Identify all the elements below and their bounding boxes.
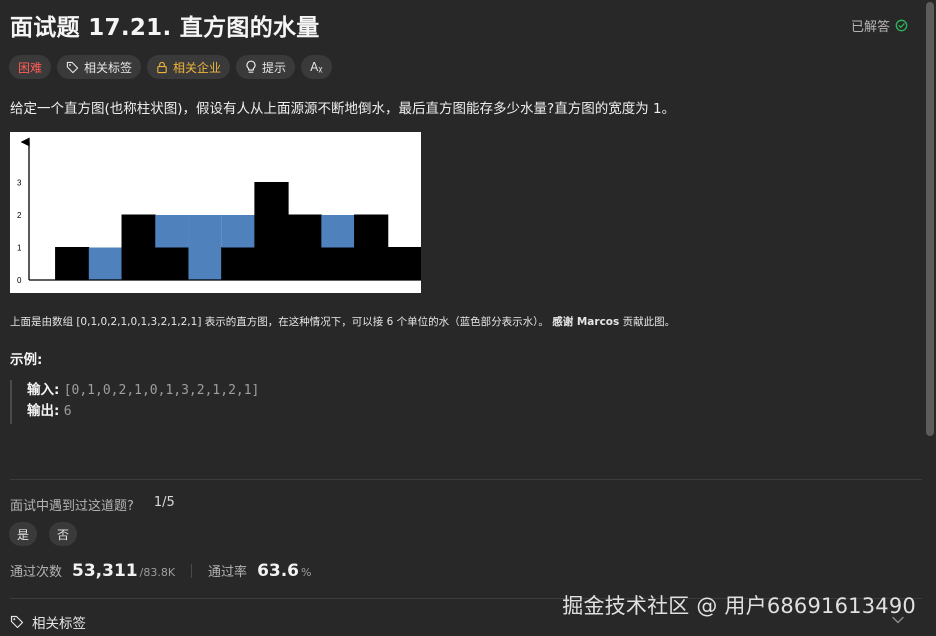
example-output-line: 输出: 6 <box>27 401 259 422</box>
figure-caption: 上面是由数组 [0,1,0,2,1,0,1,3,2,1,2,1] 表示的直方图，… <box>10 314 675 329</box>
example-input-value: [0,1,0,2,1,0,1,3,2,1,2,1] <box>63 383 260 398</box>
histogram-bar <box>254 182 289 281</box>
related-companies-button[interactable]: 相关企业 <box>147 55 231 79</box>
no-button[interactable]: 否 <box>49 522 77 546</box>
title-row: 面试题 17.21. 直方图的水量 已解答 <box>10 8 916 42</box>
histogram-bar <box>55 247 90 281</box>
water-bar <box>188 215 222 280</box>
lightbulb-icon <box>245 60 257 74</box>
caption-text: 上面是由数组 [0,1,0,2,1,0,1,3,2,1,2,1] 表示的直方图，… <box>10 316 549 328</box>
acceptance-rate-unit: % <box>301 566 312 579</box>
accepted-count: 53,311 <box>72 561 138 581</box>
y-tick-label: 1 <box>17 244 22 253</box>
histogram-bar <box>154 247 189 281</box>
y-tick-label: 0 <box>17 276 22 285</box>
problem-description: 给定一个直方图(也称柱状图)，假设有人从上面源源不断地倒水，最后直方图能存多少水… <box>10 101 676 117</box>
hint-button[interactable]: 提示 <box>236 55 296 79</box>
submission-count: /83.8K <box>139 566 176 579</box>
example-output-label: 输出: <box>27 403 60 419</box>
difficulty-badge: 困难 <box>9 55 52 79</box>
tag-icon <box>10 615 24 629</box>
example-input-label: 输入: <box>27 382 60 398</box>
example-heading: 示例: <box>10 352 43 368</box>
yes-button[interactable]: 是 <box>9 522 37 546</box>
y-tick-label: 2 <box>17 211 22 220</box>
histogram-bar <box>354 214 389 281</box>
related-tags-section[interactable]: 相关标签 <box>10 612 86 632</box>
example-output-value: 6 <box>63 404 72 419</box>
histogram-figure: 0 1 2 3 <box>10 132 421 293</box>
check-circle-icon <box>895 19 908 32</box>
histogram-chart: 0 1 2 3 <box>17 137 421 285</box>
caption-thanks: 感谢 Marcos <box>552 316 620 328</box>
y-tick-label: 3 <box>17 179 22 188</box>
histogram-bar <box>287 214 322 281</box>
section-divider <box>10 479 922 480</box>
acceptance-rate-label: 通过率 <box>208 565 248 580</box>
translate-button[interactable]: Aᵪ <box>301 55 332 79</box>
interview-buttons: 是 否 <box>9 522 77 546</box>
histogram-bar <box>320 247 356 281</box>
interview-count: 1/5 <box>153 495 175 510</box>
caption-end: 贡献此图。 <box>622 316 676 328</box>
scrollbar-thumb[interactable] <box>926 2 934 436</box>
related-tags-button[interactable]: 相关标签 <box>57 55 142 79</box>
water-bar <box>221 215 255 248</box>
histogram-bar <box>387 247 421 281</box>
interview-question-row: 面试中遇到过这道题? 1/5 <box>10 495 175 514</box>
accepted-label: 通过次数 <box>10 565 63 580</box>
related-tags-label: 相关标签 <box>84 60 133 75</box>
stats-row: 通过次数 53,311 /83.8K 通过率 63.6 % <box>10 561 311 581</box>
interview-question: 面试中遇到过这道题? <box>10 499 134 514</box>
watermark: 掘金技术社区 @ 用户68691613490 <box>562 594 916 618</box>
acceptance-rate: 63.6 <box>257 561 300 581</box>
tag-icon <box>66 61 79 74</box>
tag-row: 困难 相关标签 相关企业 提示 Aᵪ <box>9 55 332 79</box>
hint-label: 提示 <box>262 60 287 75</box>
histogram-bar <box>221 247 256 281</box>
water-bar <box>88 247 123 280</box>
water-bar <box>155 215 189 248</box>
lock-icon <box>156 61 168 74</box>
water-bar <box>321 215 355 248</box>
example-input-line: 输入: [0,1,0,2,1,0,1,3,2,1,2,1] <box>27 380 259 401</box>
solved-status: 已解答 <box>851 16 908 35</box>
translate-icon: Aᵪ <box>310 60 323 74</box>
example-block: 输入: [0,1,0,2,1,0,1,3,2,1,2,1] 输出: 6 <box>10 380 259 424</box>
difficulty-label: 困难 <box>18 60 43 75</box>
problem-title[interactable]: 面试题 17.21. 直方图的水量 <box>10 8 320 42</box>
stats-separator <box>191 564 193 578</box>
related-companies-label: 相关企业 <box>173 60 222 75</box>
related-tags-section-label: 相关标签 <box>32 616 86 632</box>
histogram-bar <box>121 214 156 281</box>
solved-label: 已解答 <box>850 19 890 35</box>
